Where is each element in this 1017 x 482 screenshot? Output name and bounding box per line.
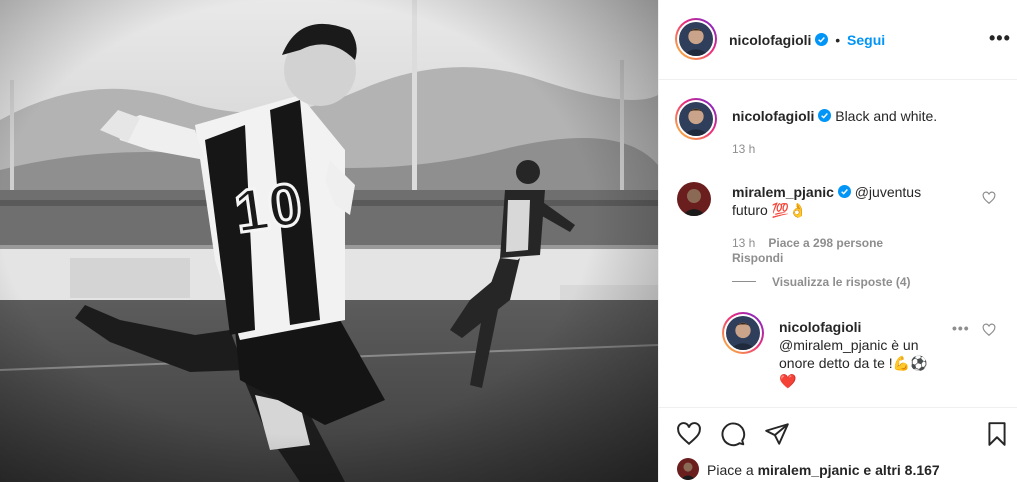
comment-item: miralem_pjanic @juventus futuro 💯👌 [732, 183, 972, 219]
reply-like-heart-icon[interactable] [982, 323, 996, 337]
more-options-icon[interactable]: ••• [989, 29, 1010, 48]
post-photo-illustration: 10 [0, 0, 658, 482]
caption-avatar[interactable] [675, 98, 717, 140]
comment-mention[interactable]: @juventus [855, 184, 921, 200]
author-username[interactable]: nicolofagioli [729, 32, 811, 48]
caption-avatar-image [679, 102, 713, 136]
comment-username[interactable]: miralem_pjanic [732, 184, 834, 200]
likes-count[interactable]: e altri 8.167 [863, 462, 939, 478]
comment-like-heart-icon[interactable] [982, 191, 996, 205]
heart-icon[interactable] [676, 421, 702, 447]
reply-username[interactable]: nicolofagioli [779, 319, 861, 335]
liker-avatar-image [677, 458, 699, 480]
likes-user[interactable]: miralem_pjanic [758, 462, 860, 478]
view-replies-link[interactable]: Visualizza le risposte (4) [732, 275, 911, 289]
post-header: nicolofagioli • Segui ••• [659, 0, 1017, 80]
commenter-avatar-image [677, 182, 711, 216]
verified-badge-icon [818, 109, 832, 122]
reply-mention[interactable]: @miralem_pjanic è un [779, 337, 919, 353]
comment-likes[interactable]: Piace a 298 persone [768, 236, 883, 250]
reply-button[interactable]: Rispondi [732, 251, 783, 265]
comment-timestamp[interactable]: 13 h [732, 236, 755, 250]
reply-item: nicolofagioli @miralem_pjanic è un onore… [779, 318, 959, 390]
caption: nicolofagioli Black and white. [732, 107, 937, 125]
verified-badge-icon [815, 33, 829, 46]
author-avatar[interactable] [675, 18, 717, 60]
comment-text: futuro 💯👌 [732, 202, 807, 218]
comment-meta: 13 h Piace a 298 persone Rispondi [732, 236, 972, 266]
replies-divider-line [732, 281, 756, 282]
comment-icon[interactable] [720, 421, 746, 447]
caption-timestamp[interactable]: 13 h [732, 142, 755, 156]
bookmark-icon[interactable] [984, 421, 1010, 447]
view-replies-label: Visualizza le risposte (4) [772, 275, 911, 289]
reply-text: onore detto da te !💪⚽ [779, 355, 928, 371]
reply-more-options-icon[interactable]: ••• [952, 320, 970, 336]
commenter-avatar[interactable] [677, 182, 711, 216]
post-actions: Piace a miralem_pjanic e altri 8.167 [659, 407, 1017, 482]
author-avatar-image [679, 22, 713, 56]
likes-prefix: Piace a [707, 462, 754, 478]
caption-text: Black and white. [835, 108, 938, 124]
likes-summary: Piace a miralem_pjanic e altri 8.167 [707, 462, 940, 478]
follow-button[interactable]: Segui [847, 32, 885, 48]
header-separator: • [835, 32, 841, 48]
verified-badge-icon [837, 185, 851, 198]
caption-username[interactable]: nicolofagioli [732, 108, 814, 124]
liker-avatar[interactable] [677, 458, 699, 480]
post-side-panel: nicolofagioli • Segui ••• nicolofagioli … [658, 0, 1017, 482]
reply-avatar[interactable] [722, 312, 764, 354]
reply-avatar-image [726, 316, 760, 350]
post-photo[interactable]: 10 [0, 0, 658, 482]
reply-emoji: ❤️ [779, 373, 797, 389]
paper-plane-icon[interactable] [764, 421, 790, 447]
